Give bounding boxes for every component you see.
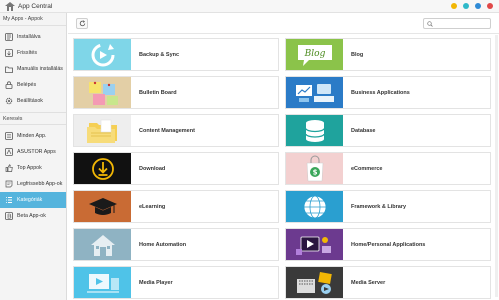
database-icon — [286, 115, 343, 146]
media-player-icon — [74, 267, 131, 298]
sidebar-item-label: ASUSTOR Apps — [17, 149, 56, 155]
search-box[interactable] — [423, 18, 491, 29]
category-label: Backup & Sync — [139, 51, 180, 58]
tile-button[interactable] — [463, 3, 469, 9]
sidebar-item-label: Beta App-ok — [17, 213, 46, 219]
category-label: Blog — [351, 51, 364, 58]
window-controls — [451, 3, 493, 9]
business-icon — [286, 77, 343, 108]
installed-icon — [5, 33, 13, 41]
search-icon — [427, 20, 433, 27]
scrollbar[interactable] — [495, 35, 498, 297]
asustor-icon — [5, 148, 13, 156]
category-label: Business Applications — [351, 89, 410, 96]
category-card-backup-sync[interactable]: Backup & Sync — [73, 38, 279, 71]
list-icon — [5, 196, 13, 204]
sidebar-item-label: Installálva — [17, 34, 41, 40]
refresh-button[interactable] — [76, 18, 88, 29]
globe-icon — [286, 191, 343, 222]
minimize-button[interactable] — [451, 3, 457, 9]
refresh-icon — [79, 20, 85, 27]
sidebar-item-beta-apps[interactable]: Beta App-ok — [0, 208, 66, 224]
category-card-download[interactable]: Download — [73, 152, 279, 185]
download-icon — [74, 153, 131, 184]
sidebar-item-label: Top Appok — [17, 165, 42, 171]
sidebar-item-top-apps[interactable]: Top Appok — [0, 160, 66, 176]
main-content: Backup & Sync Blog Blog Bulletin Board B… — [68, 13, 499, 300]
category-card-home-personal-applications[interactable]: Home/Personal Applications — [285, 228, 491, 261]
svg-text:Blog: Blog — [303, 49, 325, 59]
category-label: eCommerce — [351, 165, 383, 172]
search-input[interactable] — [435, 19, 490, 28]
graduation-cap-icon — [74, 191, 131, 222]
sidebar-item-label: Belépés — [17, 82, 37, 88]
category-card-database[interactable]: Database — [285, 114, 491, 147]
category-card-blog[interactable]: Blog Blog — [285, 38, 491, 71]
blog-icon: Blog — [286, 39, 343, 70]
sidebar-item-login[interactable]: Belépés — [0, 77, 66, 93]
bulletin-board-icon — [74, 77, 131, 108]
beta-icon — [5, 212, 13, 220]
sidebar-item-label: Legfrissebb App-ok — [17, 181, 63, 187]
close-button[interactable] — [487, 3, 493, 9]
window-title: App Central — [18, 2, 53, 10]
sidebar-item-installed[interactable]: Installálva — [0, 29, 66, 45]
personal-apps-icon — [286, 229, 343, 260]
category-label: Database — [351, 127, 376, 134]
app-central-icon — [4, 1, 15, 12]
shopping-bag-icon: $ — [286, 153, 343, 184]
backup-sync-icon — [74, 39, 131, 70]
update-icon — [5, 49, 13, 57]
sidebar-item-label: Frissítés — [17, 50, 38, 56]
sidebar-section-search: Keresés — [0, 112, 66, 125]
media-server-icon — [286, 267, 343, 298]
maximize-button[interactable] — [475, 3, 481, 9]
sidebar-item-all-apps[interactable]: Minden App. — [0, 128, 66, 144]
sidebar-item-categories[interactable]: Kategóriák — [0, 192, 66, 208]
newest-icon — [5, 180, 13, 188]
sidebar-item-newest-apps[interactable]: Legfrissebb App-ok — [0, 176, 66, 192]
category-card-elearning[interactable]: eLearning — [73, 190, 279, 223]
category-card-ecommerce[interactable]: $ eCommerce — [285, 152, 491, 185]
category-card-framework-library[interactable]: Framework & Library — [285, 190, 491, 223]
toolbar — [68, 13, 499, 34]
category-card-media-player[interactable]: Media Player — [73, 266, 279, 299]
category-label: Framework & Library — [351, 203, 407, 210]
all-apps-icon — [5, 132, 13, 140]
sidebar-item-update[interactable]: Frissítés — [0, 45, 66, 61]
title-bar: App Central — [0, 0, 499, 13]
category-card-home-automation[interactable]: Home Automation — [73, 228, 279, 261]
sidebar-item-label: Beállítások — [17, 98, 43, 104]
category-label: eLearning — [139, 203, 166, 210]
gear-icon — [5, 97, 13, 105]
category-card-business-applications[interactable]: Business Applications — [285, 76, 491, 109]
login-icon — [5, 81, 13, 89]
category-label: Home Automation — [139, 241, 187, 248]
sidebar-item-settings[interactable]: Beállítások — [0, 93, 66, 109]
sidebar-item-label: Minden App. — [17, 133, 47, 139]
category-label: Download — [139, 165, 166, 172]
folders-icon — [74, 115, 131, 146]
category-label: Media Server — [351, 279, 386, 286]
sidebar-section-my-apps: My Apps - Appok — [0, 13, 66, 26]
category-card-media-server[interactable]: Media Server — [285, 266, 491, 299]
manual-install-icon — [5, 65, 13, 73]
category-label: Bulletin Board — [139, 89, 177, 96]
sidebar-item-label: Manuális installálás — [17, 66, 63, 72]
sidebar-item-label: Kategóriák — [17, 197, 43, 203]
category-card-content-management[interactable]: Content Management — [73, 114, 279, 147]
category-label: Media Player — [139, 279, 173, 286]
category-card-bulletin-board[interactable]: Bulletin Board — [73, 76, 279, 109]
sidebar-item-asustor-apps[interactable]: ASUSTOR Apps — [0, 144, 66, 160]
sidebar: My Apps - Appok Installálva Frissítés Ma… — [0, 13, 67, 300]
sidebar-item-manual-install[interactable]: Manuális installálás — [0, 61, 66, 77]
home-icon — [74, 229, 131, 260]
category-label: Home/Personal Applications — [351, 241, 426, 248]
category-label: Content Management — [139, 127, 195, 134]
svg-text:$: $ — [312, 168, 317, 176]
thumbs-up-icon — [5, 164, 13, 172]
